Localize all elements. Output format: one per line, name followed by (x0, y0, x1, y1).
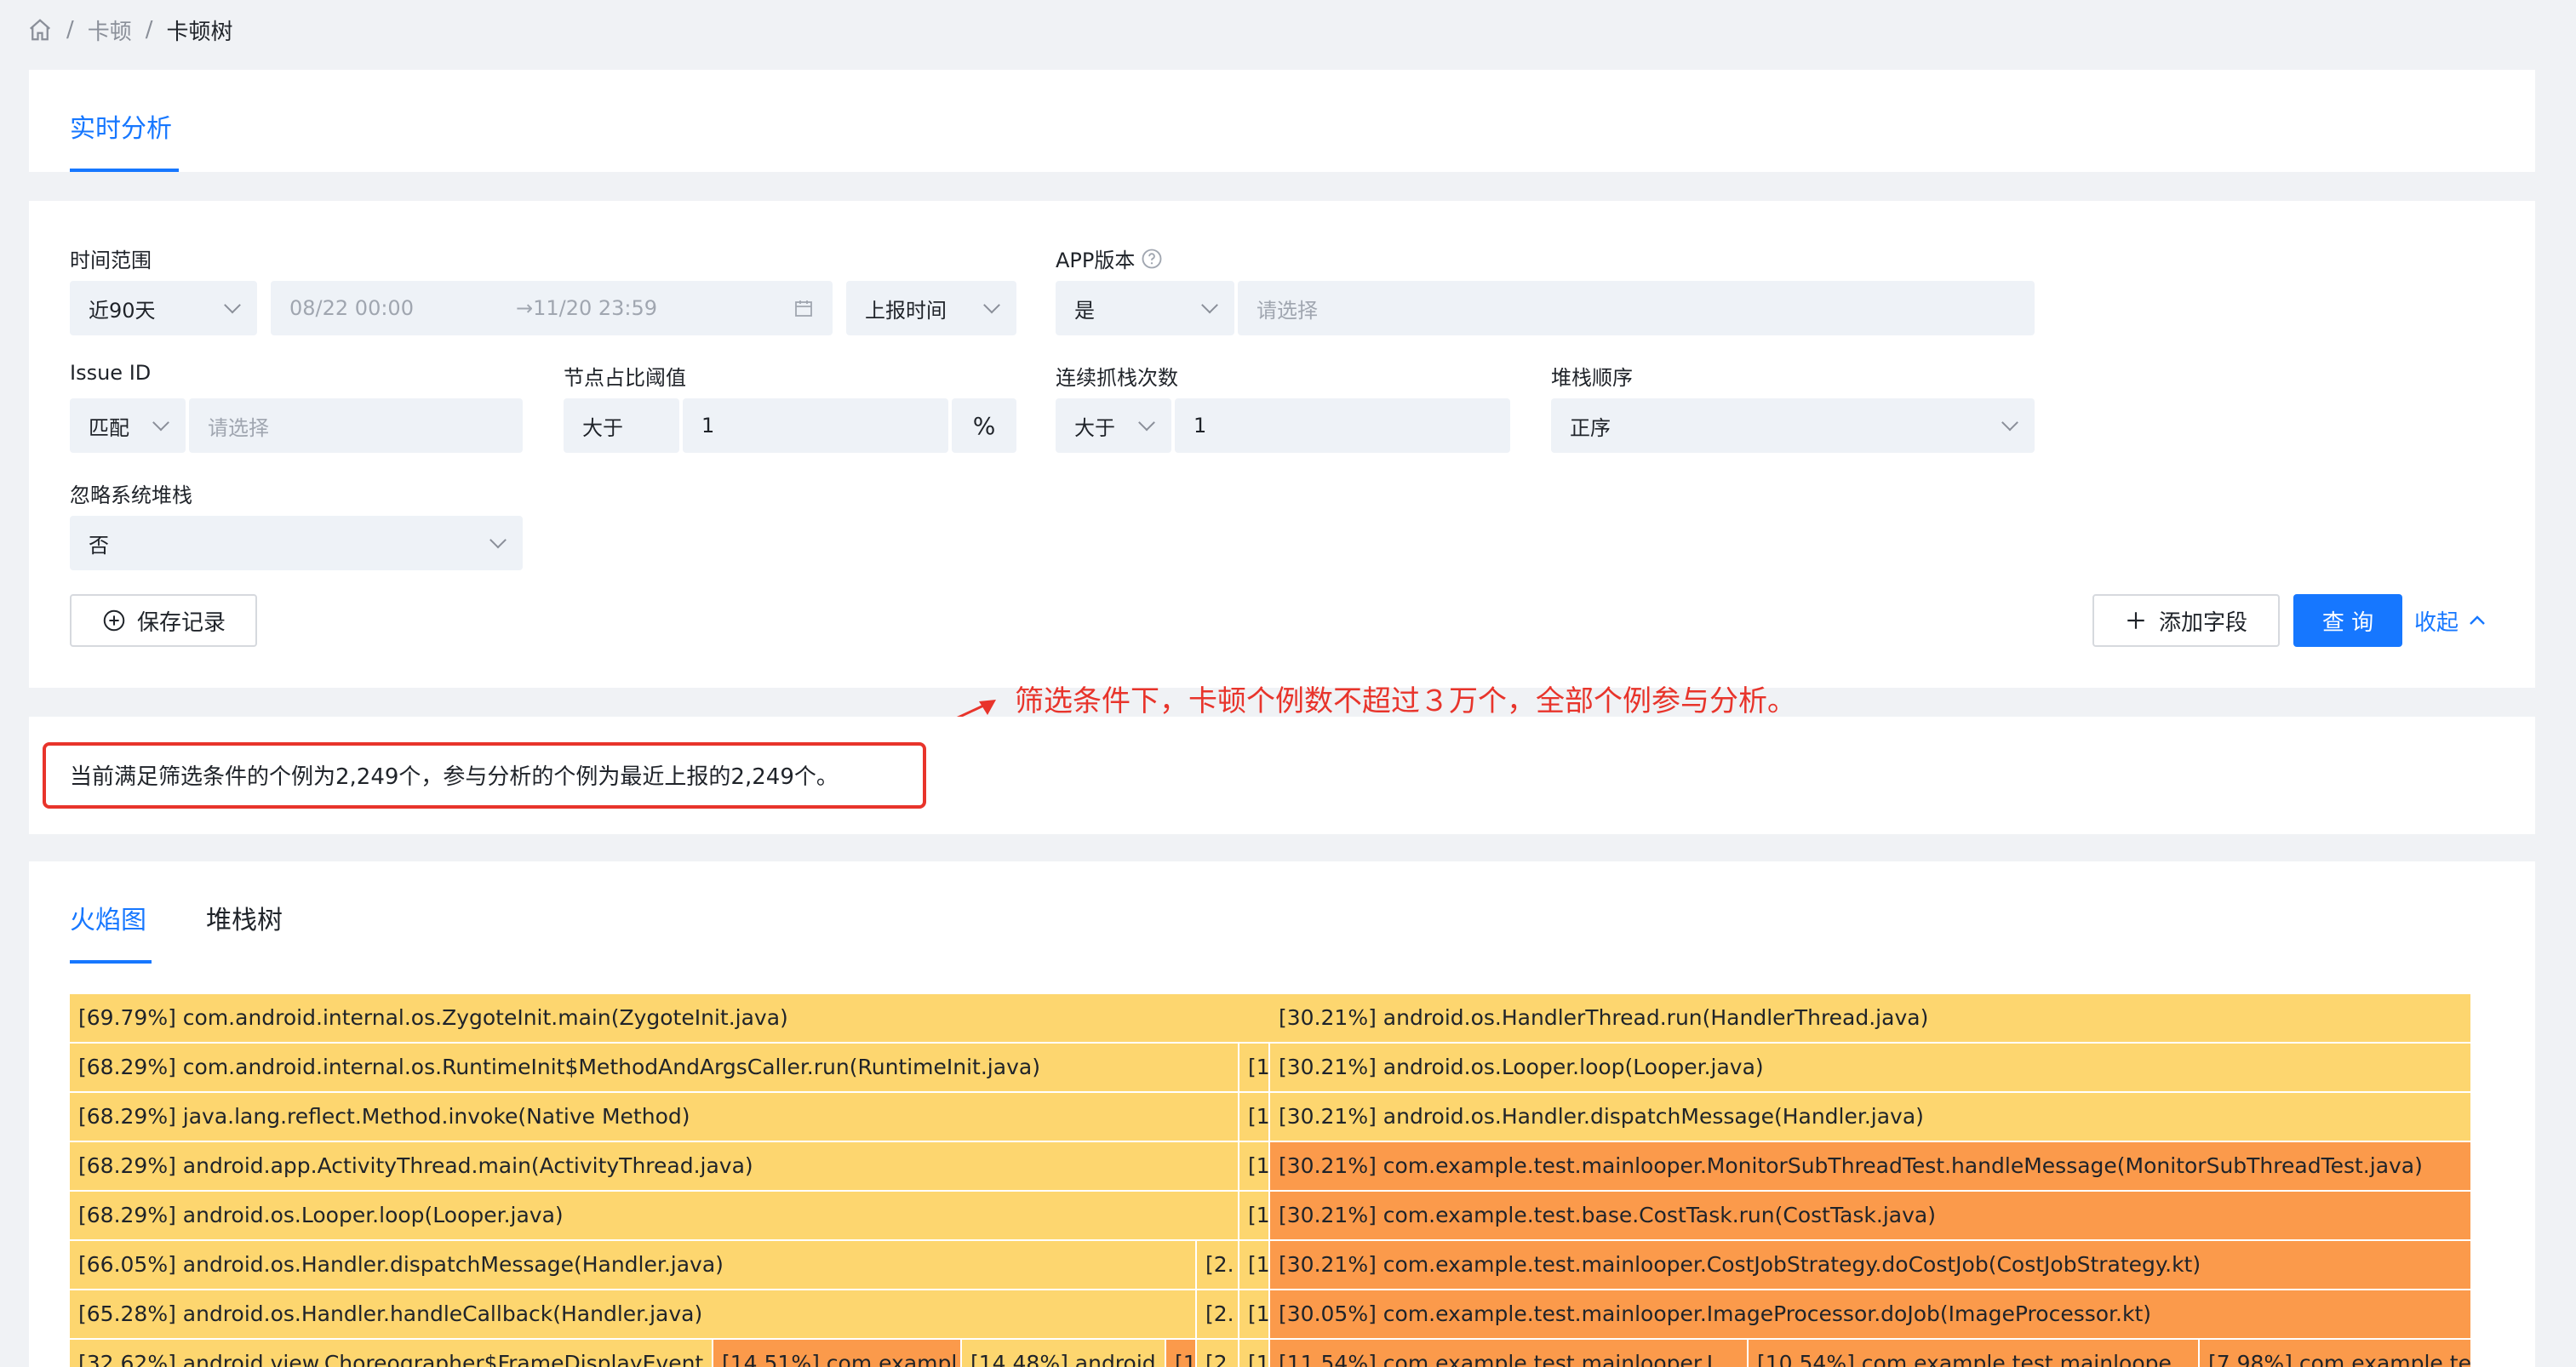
flame-frame[interactable]: [2. (1197, 1340, 1238, 1367)
breadcrumb-separator: / (145, 17, 153, 43)
chevron-down-icon (2001, 414, 2018, 432)
flame-frame[interactable]: [1 (1166, 1340, 1195, 1367)
flame-frame[interactable]: [1 (1239, 1340, 1268, 1367)
flame-frame[interactable]: [68.29%] android.os.Looper.loop(Looper.j… (70, 1192, 1238, 1239)
save-record-button[interactable]: 保存记录 (70, 594, 257, 647)
app-version-mode-value: 是 (1074, 298, 1095, 323)
chevron-down-icon (489, 531, 507, 549)
continuous-op-value: 大于 (1074, 415, 1115, 440)
ignore-system-stack-select[interactable]: 否 (70, 516, 523, 570)
time-range-preset-value: 近90天 (89, 298, 156, 323)
stack-order-label: 堆栈顺序 (1551, 366, 1633, 390)
plus-icon (2127, 612, 2144, 629)
flame-frame[interactable]: [2. (1197, 1241, 1238, 1289)
calendar-icon (795, 300, 812, 317)
breadcrumb: / 卡顿 / 卡顿树 (27, 14, 233, 46)
node-ratio-input[interactable]: 1 (683, 398, 948, 453)
flame-frame[interactable]: [68.29%] com.android.internal.os.Runtime… (70, 1044, 1238, 1091)
node-ratio-unit: % (952, 398, 1016, 453)
breadcrumb-item-lag-tree: 卡顿树 (166, 19, 233, 45)
flame-frame[interactable]: [68.29%] android.app.ActivityThread.main… (70, 1142, 1238, 1190)
node-ratio-label: 节点占比阈值 (564, 366, 686, 390)
time-range-label: 时间范围 (70, 249, 152, 272)
flame-frame[interactable]: [11.54%] com.example.test.mainlooper.I (1270, 1340, 1747, 1367)
filter-card: 时间范围 近90天 08/22 00:00 → 11/20 23:59 上报时间… (29, 201, 2535, 688)
flame-frame[interactable]: [30.21%] com.example.test.mainlooper.Cos… (1270, 1241, 2470, 1289)
flame-frame[interactable]: [30.21%] com.example.test.base.CostTask.… (1270, 1192, 2470, 1239)
app-version-label: APP版本 (1056, 243, 1164, 273)
chevron-up-icon (2470, 615, 2485, 625)
app-version-label-text: APP版本 (1056, 249, 1136, 272)
time-type-value: 上报时间 (865, 298, 947, 323)
ignore-system-stack-value: 否 (89, 533, 109, 558)
flame-frame[interactable]: [14.51%] com.exampl (713, 1340, 960, 1367)
flame-frame[interactable]: [30.21%] android.os.Looper.loop(Looper.j… (1270, 1044, 2470, 1091)
chevron-down-icon (224, 296, 241, 314)
flame-frame[interactable]: [1 (1239, 1093, 1268, 1141)
summary-text: 当前满足筛选条件的个例为2,249个，参与分析的个例为最近上报的2,249个。 (70, 764, 839, 790)
flame-frame[interactable]: [69.79%] com.android.internal.os.ZygoteI… (70, 994, 1270, 1042)
ignore-system-stack-label: 忽略系统堆栈 (70, 483, 192, 507)
add-field-button[interactable]: 添加字段 (2092, 594, 2280, 647)
flame-frame[interactable]: [30.21%] android.os.HandlerThread.run(Ha… (1270, 994, 2470, 1042)
stack-order-select[interactable]: 正序 (1551, 398, 2035, 453)
tab-flame-graph[interactable]: 火焰图 (70, 899, 146, 936)
flame-frame[interactable]: [32.62%] android.view.Choreographer$Fram… (70, 1340, 712, 1367)
time-type-select[interactable]: 上报时间 (846, 281, 1016, 335)
issue-id-select[interactable]: 请选择 (189, 398, 523, 453)
add-field-label: 添加字段 (2158, 609, 2247, 636)
flame-frame[interactable]: [2. (1197, 1290, 1238, 1338)
tab-active-indicator (70, 169, 179, 172)
flame-frame[interactable]: [66.05%] android.os.Handler.dispatchMess… (70, 1241, 1195, 1289)
page-tab-card: 实时分析 (29, 70, 2535, 172)
time-range-preset-select[interactable]: 近90天 (70, 281, 257, 335)
home-icon[interactable] (27, 17, 53, 43)
flame-graph: [69.79%] com.android.internal.os.ZygoteI… (70, 994, 2470, 1367)
flame-frame[interactable]: [1 (1239, 1142, 1268, 1190)
query-button[interactable]: 查 询 (2293, 594, 2402, 647)
plus-circle-icon (103, 609, 125, 632)
help-icon[interactable] (1140, 247, 1164, 271)
collapse-button[interactable]: 收起 (2414, 594, 2487, 647)
flame-frame[interactable]: [30.21%] android.os.Handler.dispatchMess… (1270, 1093, 2470, 1141)
flame-frame[interactable]: [1 (1239, 1044, 1268, 1091)
date-start[interactable]: 08/22 00:00 (289, 296, 414, 320)
breadcrumb-separator: / (66, 17, 74, 43)
continuous-count-input[interactable]: 1 (1175, 398, 1510, 453)
tab-active-indicator (70, 960, 152, 964)
issue-id-label: Issue ID (70, 361, 152, 385)
flame-graph-canvas: [69.79%] com.android.internal.os.ZygoteI… (70, 994, 2470, 1367)
stack-order-value: 正序 (1570, 415, 1611, 440)
flame-frame[interactable]: [30.21%] com.example.test.mainlooper.Mon… (1270, 1142, 2470, 1190)
flame-frame[interactable]: [10.54%] com.example.test.mainloope (1749, 1340, 2198, 1367)
flame-frame[interactable]: [1 (1239, 1192, 1268, 1239)
flame-frame[interactable]: [1 (1239, 1290, 1268, 1338)
chevron-down-icon (152, 414, 169, 432)
chevron-down-icon (1201, 296, 1218, 314)
issue-id-mode-value: 匹配 (89, 415, 129, 440)
chevron-down-icon (983, 296, 1000, 314)
flame-frame[interactable]: [68.29%] java.lang.reflect.Method.invoke… (70, 1093, 1238, 1141)
continuous-op-select[interactable]: 大于 (1056, 398, 1171, 453)
flame-frame[interactable]: [65.28%] android.os.Handler.handleCallba… (70, 1290, 1195, 1338)
save-record-label: 保存记录 (136, 609, 226, 636)
flame-frame[interactable]: [7.98%] com.example.test.m (2200, 1340, 2470, 1367)
date-end[interactable]: 11/20 23:59 (533, 296, 657, 320)
breadcrumb-item-lag[interactable]: 卡顿 (88, 14, 132, 46)
flame-frame[interactable]: [1 (1239, 1241, 1268, 1289)
chevron-down-icon (1138, 414, 1155, 432)
collapse-label: 收起 (2414, 609, 2459, 636)
app-version-mode-select[interactable]: 是 (1056, 281, 1234, 335)
annotation-text: 筛选条件下，卡顿个例数不超过３万个，全部个例参与分析。 (1015, 684, 1796, 718)
flame-frame[interactable]: [30.05%] com.example.test.mainlooper.Ima… (1270, 1290, 2470, 1338)
tab-stack-tree[interactable]: 堆栈树 (206, 899, 283, 936)
tab-realtime-analysis[interactable]: 实时分析 (70, 107, 172, 145)
flame-frame[interactable]: [14.48%] android. (962, 1340, 1165, 1367)
date-arrow: → (515, 296, 534, 320)
date-range-picker[interactable]: 08/22 00:00 → 11/20 23:59 (271, 281, 833, 335)
app-version-select[interactable]: 请选择 (1238, 281, 2035, 335)
continuous-count-label: 连续抓栈次数 (1056, 366, 1178, 390)
node-ratio-op: 大于 (564, 398, 679, 453)
issue-id-mode-select[interactable]: 匹配 (70, 398, 186, 453)
